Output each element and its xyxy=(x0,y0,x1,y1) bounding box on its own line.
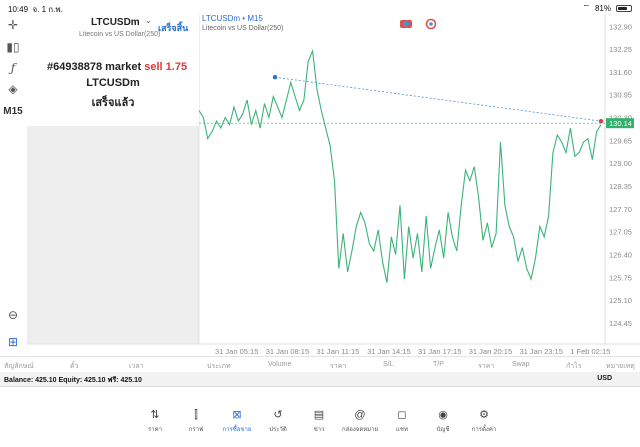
popup-line-status: เสร็จแล้ว xyxy=(91,97,135,109)
currency: USD xyxy=(597,375,612,382)
popup-order-line: #64938878 market sell 1.75 xyxy=(47,61,187,73)
bottom-tabbar: ⇅ ราคา ⫿ กราฟ ⊠ การซื้อขาย ↺ ประวัติ ▤ ข่าว @… xyxy=(0,386,640,447)
chat-icon: ◻ xyxy=(397,409,407,421)
order-exit-marker xyxy=(598,118,604,124)
crosshair-icon[interactable]: ✛ xyxy=(4,16,22,34)
balance-text: Balance: 425.10 Equity: 425.10 ฟรี: 425.… xyxy=(4,377,142,384)
candles-icon[interactable]: ▮▯ xyxy=(4,38,22,56)
x-tick-label: 1 Feb 02:15 xyxy=(570,347,610,356)
y-tick-label: 124.45 xyxy=(609,319,632,328)
col-ticket: ตั๋ว xyxy=(70,363,79,370)
chart-history-shade xyxy=(27,126,199,344)
tab-quotes[interactable]: ⇅ ราคา xyxy=(135,409,175,434)
x-tick-label: 31 Jan 17:15 xyxy=(418,347,461,356)
x-tick-label: 31 Jan 08:15 xyxy=(266,347,309,356)
popup-order-id: #64938878 market xyxy=(47,61,142,73)
chart-description: Litecoin vs US Dollar(250) xyxy=(202,25,283,32)
status-date: จ. 1 ก.พ. xyxy=(32,5,63,14)
x-tick-label: 31 Jan 14:15 xyxy=(367,347,410,356)
order-link-line xyxy=(274,76,602,122)
popup-side-price: sell 1.75 xyxy=(144,61,188,73)
quote-toggle-dot-icon xyxy=(429,22,433,26)
y-tick-label: 130.95 xyxy=(609,91,632,100)
trade-columns-header: สัญลักษณ์ ตั๋ว เวลา ประเภท Volume ราคา S… xyxy=(0,356,640,372)
x-tick-label: 31 Jan 20:15 xyxy=(469,347,512,356)
chart-icon: ⫿ xyxy=(194,409,198,421)
tab-account[interactable]: ◉ บัญชี xyxy=(423,409,463,434)
history-icon: ↺ xyxy=(273,409,283,421)
y-tick-label: 128.35 xyxy=(609,182,632,191)
last-price-label: 130.14 xyxy=(609,119,632,128)
status-time: 10:49 xyxy=(8,5,29,14)
popup-description: Litecoin vs US Dollar(250) xyxy=(79,31,161,38)
account-icon: ◉ xyxy=(438,409,448,421)
chart-toolbar: ✛ ▮▯ ƒ ◈ M15 ⊖ ⊞ xyxy=(0,14,26,354)
one-click-inner-icon xyxy=(403,22,409,26)
indicators-icon[interactable]: ƒ xyxy=(4,59,22,77)
trade-icon[interactable]: ⊞ xyxy=(4,333,22,351)
tab-news[interactable]: ▤ ข่าว xyxy=(299,409,339,434)
tab-history[interactable]: ↺ ประวัติ xyxy=(258,409,298,434)
tab-settings[interactable]: ⚙ การตั้งค่า xyxy=(464,409,504,434)
col-swap: Swap xyxy=(512,361,530,368)
col-time: เวลา xyxy=(129,363,144,370)
col-tp: T/P xyxy=(433,361,444,368)
tab-chart[interactable]: ⫿ กราฟ xyxy=(176,409,216,434)
y-tick-label: 131.60 xyxy=(609,68,632,77)
price-series-line xyxy=(198,48,602,283)
col-sl: S/L xyxy=(383,361,394,368)
battery-percent: 81% xyxy=(594,3,611,13)
col-type: ประเภท xyxy=(207,363,231,370)
news-icon: ▤ xyxy=(313,409,325,421)
balance-bar: Balance: 425.10 Equity: 425.10 ฟรี: 425.… xyxy=(0,372,640,386)
tab-chat[interactable]: ◻ แชท xyxy=(382,409,422,434)
wifi-icon: ⌔ xyxy=(582,3,590,12)
col-profit: กำไร xyxy=(566,363,582,370)
popup-line-symbol: LTCUSDm xyxy=(86,77,140,89)
y-tick-label: 127.05 xyxy=(609,228,632,237)
objects-icon[interactable]: ◈ xyxy=(4,80,22,98)
popup-symbol: LTCUSDm xyxy=(91,17,140,28)
col-symbol: สัญลักษณ์ xyxy=(4,363,34,370)
timeframe-button[interactable]: M15 xyxy=(3,102,22,120)
tab-trade[interactable]: ⊠ การซื้อขาย xyxy=(217,409,257,434)
y-tick-label: 132.25 xyxy=(609,45,632,54)
battery-level xyxy=(618,6,628,10)
y-tick-label: 125.75 xyxy=(609,273,632,282)
col-volume: Volume xyxy=(268,361,292,368)
order-entry-marker xyxy=(272,74,278,80)
gear-icon: ⚙ xyxy=(479,409,489,421)
quotes-icon: ⇅ xyxy=(150,409,160,421)
y-tick-label: 132.90 xyxy=(609,22,632,31)
col-price: ราคา xyxy=(330,363,347,370)
popup-chevron-icon: ⌄ xyxy=(145,16,152,25)
chart-symbol-label: LTCUSDm • M15 xyxy=(202,14,263,23)
col-comment: หมายเหตุ xyxy=(606,363,635,370)
y-tick-label: 129.00 xyxy=(609,159,632,168)
mail-icon: @ xyxy=(354,409,366,421)
y-tick-label: 127.70 xyxy=(609,205,632,214)
x-tick-label: 31 Jan 11:15 xyxy=(317,347,360,356)
order-popup[interactable]: LTCUSDm ⌄ เสร็จสิ้น Litecoin vs US Dolla… xyxy=(27,14,199,126)
trade-tab-icon: ⊠ xyxy=(232,409,242,421)
popup-status-badge: เสร็จสิ้น xyxy=(158,23,189,33)
y-tick-label: 126.40 xyxy=(609,250,632,259)
battery-icon xyxy=(616,4,632,12)
tab-mailbox[interactable]: @ กล่องจดหมาย xyxy=(340,409,380,434)
status-bar: 10:49 จ. 1 ก.พ. ⌔ 81% xyxy=(0,0,640,14)
zoom-icon[interactable]: ⊖ xyxy=(4,306,22,324)
x-tick-label: 31 Jan 23:15 xyxy=(520,347,563,356)
y-tick-label: 129.65 xyxy=(609,136,632,145)
x-tick-label: 31 Jan 05:15 xyxy=(215,347,258,356)
col-price2: ราคา xyxy=(478,363,495,370)
y-tick-label: 125.10 xyxy=(609,296,632,305)
